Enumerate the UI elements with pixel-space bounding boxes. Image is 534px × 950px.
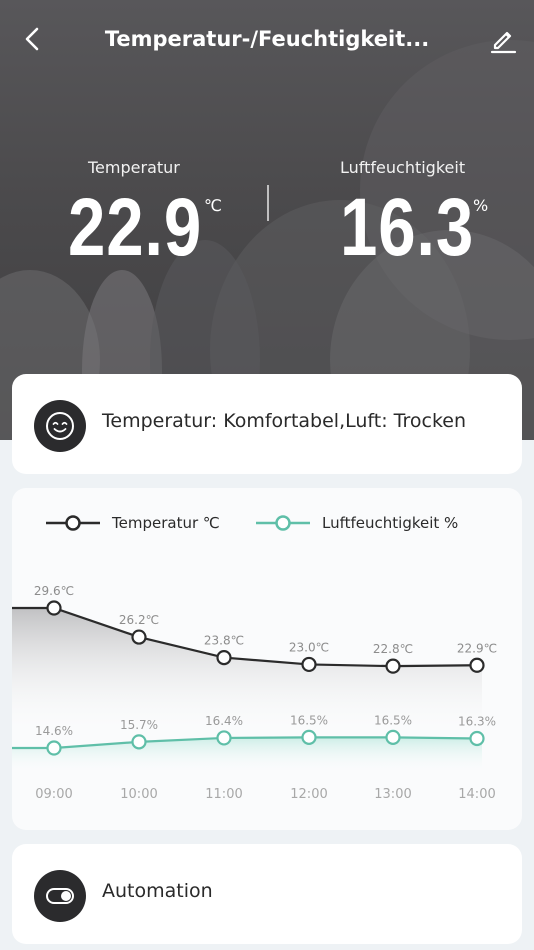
- history-chart-card: Temperatur ℃ Luftfeuchtigkeit % 29.6℃ 26.…: [12, 488, 522, 830]
- legend-temperature: Temperatur ℃: [46, 514, 220, 532]
- temperature-point: [385, 658, 401, 674]
- x-tick-label: 10:00: [120, 787, 157, 802]
- comfort-icon-wrap: [34, 400, 86, 452]
- temperature-data-label: 23.0℃: [289, 640, 329, 654]
- top-bar: Temperatur-/Feuchtigkeit...: [0, 18, 534, 64]
- x-tick-label: 14:00: [458, 787, 495, 802]
- humidity-data-label: 16.5%: [290, 713, 328, 727]
- humidity-point: [131, 734, 147, 750]
- back-button[interactable]: [18, 24, 48, 54]
- pencil-icon: [490, 31, 517, 54]
- humidity-data-label: 16.5%: [374, 713, 412, 727]
- temperature-data-label: 29.6℃: [34, 584, 74, 598]
- humidity-unit: %: [473, 196, 489, 215]
- edit-button[interactable]: [488, 24, 518, 54]
- humidity-data-label: 16.4%: [205, 714, 243, 728]
- x-tick-label: 11:00: [205, 787, 242, 802]
- temperature-data-label: 23.8℃: [204, 634, 244, 648]
- humidity-area: [12, 737, 482, 773]
- humidity-reading: Luftfeuchtigkeit 16.3 %: [340, 158, 504, 269]
- humidity-data-label: 15.7%: [120, 718, 158, 732]
- temperature-data-label: 26.2℃: [119, 613, 159, 627]
- temperature-data-label: 22.8℃: [373, 642, 413, 656]
- legend-humidity-label: Luftfeuchtigkeit %: [322, 514, 458, 532]
- page-title: Temperatur-/Feuchtigkeit...: [104, 27, 430, 51]
- temperature-point: [46, 600, 62, 616]
- legend-humidity: Luftfeuchtigkeit %: [256, 514, 458, 532]
- automation-label: Automation: [102, 880, 213, 902]
- smiley-face-icon: [46, 412, 74, 440]
- temperature-data-label: 22.9℃: [457, 641, 497, 655]
- humidity-point: [46, 740, 62, 756]
- temperature-unit: ℃: [204, 196, 222, 215]
- x-tick-label: 09:00: [35, 787, 72, 802]
- reading-divider: [267, 185, 269, 221]
- temperature-point: [301, 656, 317, 673]
- automation-card[interactable]: Automation: [12, 844, 522, 944]
- humidity-label: Luftfeuchtigkeit: [340, 158, 466, 177]
- humidity-value: 16.3: [340, 182, 475, 273]
- chevron-left-icon: [25, 27, 39, 51]
- humidity-point: [301, 729, 317, 745]
- temperature-point: [216, 649, 232, 666]
- legend-temperature-label: Temperatur ℃: [111, 514, 220, 532]
- temperature-label: Temperatur: [88, 158, 180, 177]
- humidity-point: [469, 730, 485, 747]
- chart-marks: 29.6℃ 26.2℃ 23.8℃ 23.0℃ 22.8℃ 22.9℃ 14.6% 15.7%…: [12, 584, 497, 802]
- temperature-point: [469, 657, 485, 673]
- automation-icon-wrap: [34, 870, 86, 922]
- humidity-point: [385, 729, 401, 745]
- humidity-data-label: 14.6%: [35, 724, 73, 738]
- x-tick-label: 13:00: [374, 787, 411, 802]
- temperature-reading: Temperatur 22.9 ℃: [68, 158, 232, 269]
- humidity-data-label: 16.3%: [458, 714, 496, 728]
- chart-legend: Temperatur ℃ Luftfeuchtigkeit %: [46, 514, 458, 532]
- history-chart: Temperatur ℃ Luftfeuchtigkeit % 29.6℃ 26.…: [12, 514, 497, 802]
- comfort-status-text: Temperatur: Komfortabel,Luft: Trocken: [102, 410, 466, 432]
- x-tick-label: 12:00: [290, 787, 327, 802]
- comfort-card[interactable]: Temperatur: Komfortabel,Luft: Trocken: [12, 374, 522, 474]
- temperature-point: [131, 629, 147, 645]
- humidity-point: [216, 730, 232, 746]
- toggle-icon: [46, 888, 74, 904]
- temperature-value: 22.9: [68, 182, 203, 273]
